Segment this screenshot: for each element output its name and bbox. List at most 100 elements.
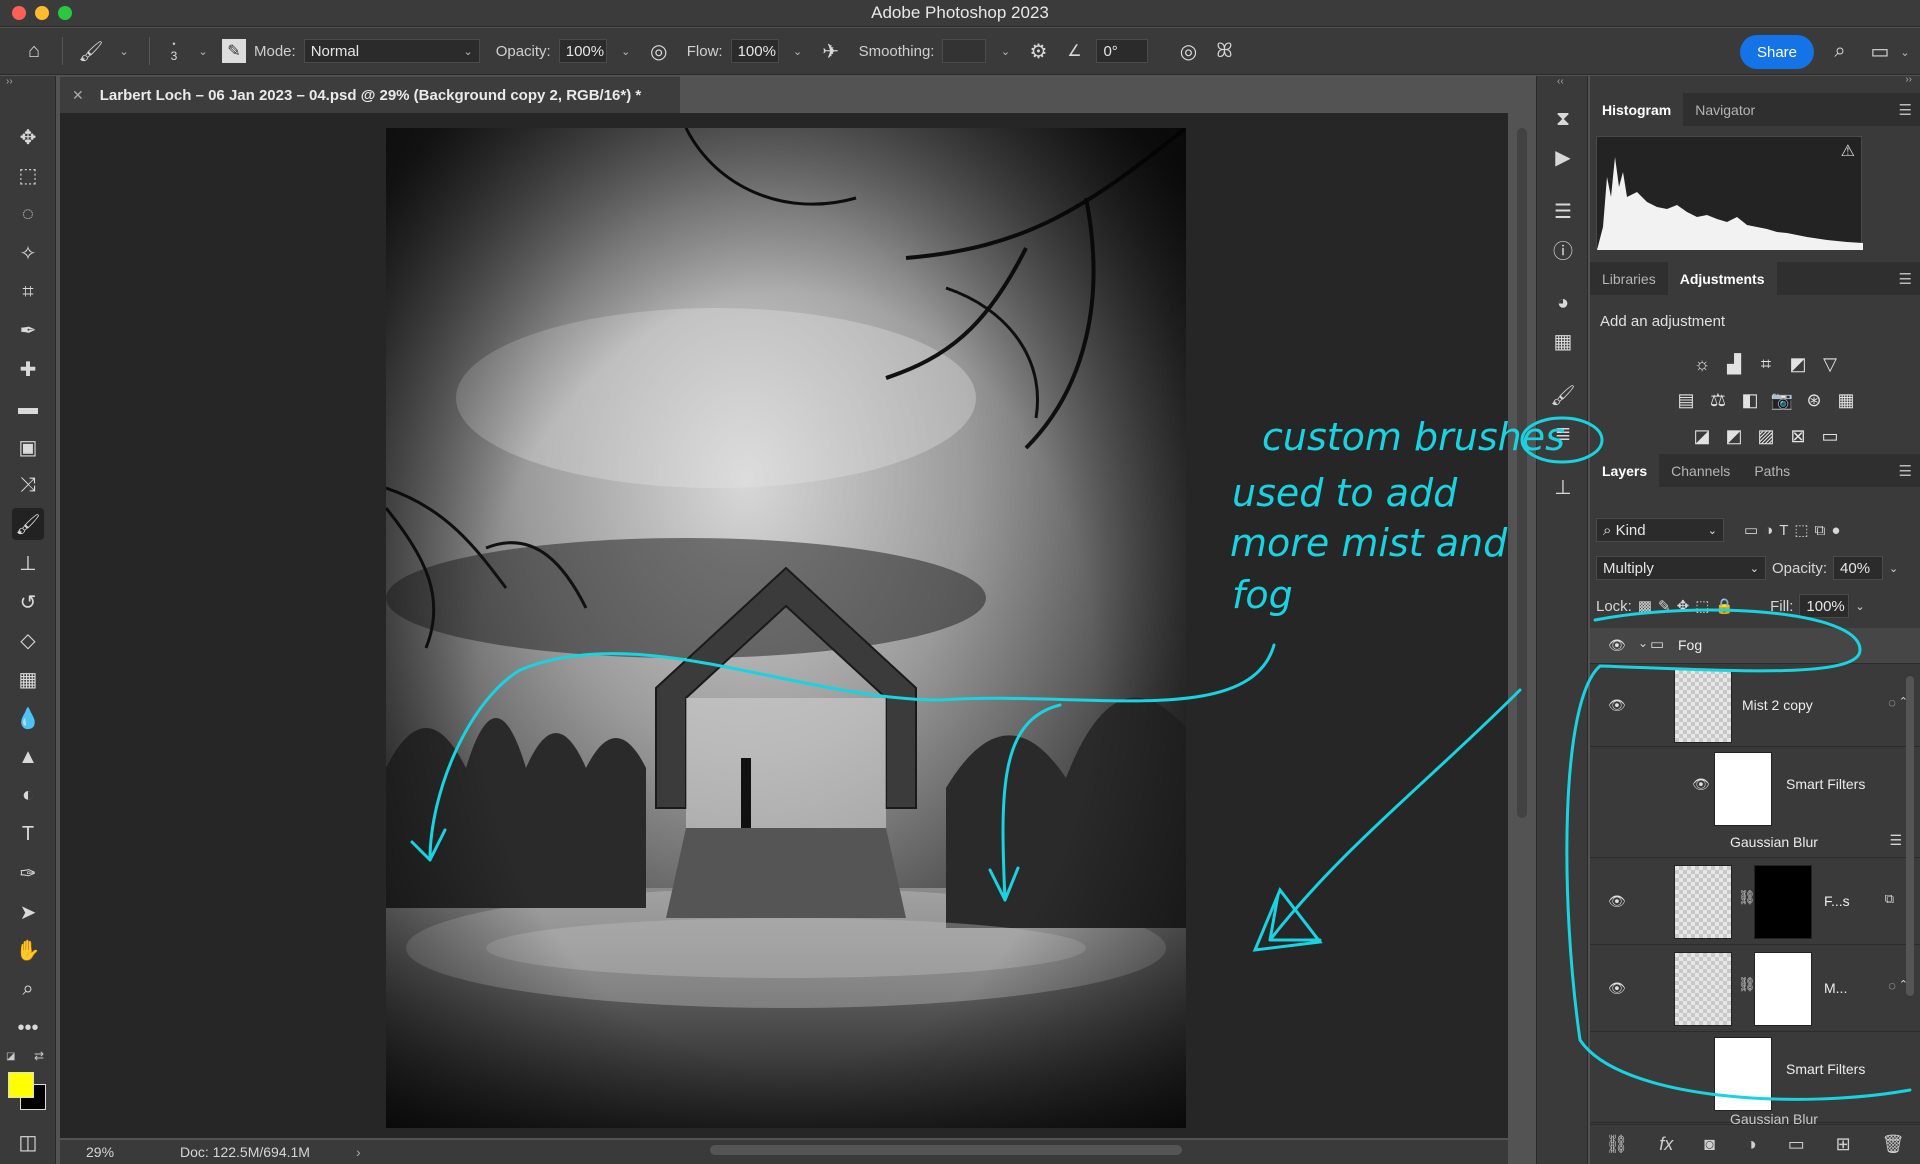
airbrush-icon[interactable]: ✈ bbox=[817, 37, 845, 65]
properties-icon[interactable]: ☰ bbox=[1547, 196, 1579, 226]
document-tab[interactable]: ✕ Larbert Loch – 06 Jan 2023 – 04.psd @ … bbox=[60, 76, 680, 113]
lock-transparent-icon[interactable]: ▩ bbox=[1638, 597, 1652, 615]
content-aware-move-tool-icon[interactable]: ⤨ bbox=[12, 469, 44, 501]
chevron-down-icon[interactable]: ⌄ bbox=[1889, 562, 1898, 575]
chevron-right-icon[interactable]: › bbox=[356, 1144, 361, 1160]
flow-input[interactable]: 100% bbox=[730, 39, 779, 63]
collapse-icon[interactable]: ›› bbox=[6, 76, 13, 87]
healing-brush-tool-icon[interactable]: ✚ bbox=[12, 353, 44, 385]
crop-tool-icon[interactable]: ⌗ bbox=[12, 276, 44, 308]
brush-settings-icon[interactable]: 🖌 bbox=[1547, 380, 1579, 410]
default-colors-icon[interactable]: ◪ bbox=[6, 1051, 15, 1062]
collapse-icon[interactable]: ‹‹ bbox=[1557, 76, 1564, 87]
marquee-tool-icon[interactable]: ⬚ bbox=[12, 159, 44, 191]
new-layer-icon[interactable]: ⊞ bbox=[1836, 1134, 1851, 1155]
channel-mixer-icon[interactable]: ⊛ bbox=[1801, 388, 1827, 412]
chevron-down-icon[interactable]: ⌄ bbox=[1894, 40, 1916, 64]
lasso-tool-icon[interactable]: ◌ bbox=[12, 198, 44, 230]
tab-channels[interactable]: Channels bbox=[1659, 454, 1742, 487]
dodge-tool-icon[interactable]: ◐ bbox=[12, 779, 44, 811]
document-info[interactable]: Doc: 122.5M/694.1M bbox=[180, 1144, 310, 1160]
tab-adjustments[interactable]: Adjustments bbox=[1667, 262, 1777, 295]
search-icon[interactable]: ⌕ bbox=[1826, 37, 1854, 65]
chevron-down-icon[interactable]: ⌄ bbox=[615, 39, 637, 63]
chevron-down-icon[interactable]: ⌄ bbox=[113, 39, 135, 63]
chevron-down-icon[interactable]: ⌄ bbox=[192, 39, 214, 63]
new-adjustment-icon[interactable]: ◑ bbox=[1746, 1134, 1757, 1155]
tab-paths[interactable]: Paths bbox=[1742, 454, 1802, 487]
tab-libraries[interactable]: Libraries bbox=[1590, 262, 1668, 295]
opacity-input[interactable]: 100% bbox=[558, 39, 607, 63]
add-mask-icon[interactable]: ◙ bbox=[1704, 1134, 1715, 1155]
eyedropper-tool-icon[interactable]: ✒ bbox=[12, 314, 44, 346]
history-brush-tool-icon[interactable]: ↺ bbox=[12, 586, 44, 618]
filter-toggle-icon[interactable]: ● bbox=[1831, 522, 1840, 539]
eye-icon[interactable]: 👁 bbox=[1608, 980, 1626, 997]
mode-select[interactable]: Normal ⌄ bbox=[303, 39, 480, 63]
blur-tool-icon[interactable]: 💧 bbox=[12, 702, 44, 734]
filter-adjustment-icon[interactable]: ◑ bbox=[1764, 522, 1773, 539]
swatches-grid-icon[interactable]: ▦ bbox=[1547, 326, 1579, 356]
curves-icon[interactable]: ⌗ bbox=[1753, 352, 1779, 376]
more-tools-icon[interactable]: ••• bbox=[12, 1012, 44, 1044]
quick-selection-tool-icon[interactable]: ✧ bbox=[12, 237, 44, 269]
workspace-icon[interactable]: ▭ bbox=[1866, 37, 1894, 65]
blend-mode-select[interactable]: Multiply ⌄ bbox=[1596, 556, 1766, 580]
symmetry-butterfly-icon[interactable]: ꕤ bbox=[1210, 37, 1238, 65]
swap-colors-icon[interactable]: ⇄ bbox=[34, 1049, 44, 1063]
share-button[interactable]: Share bbox=[1740, 35, 1814, 69]
horizontal-scrollbar[interactable] bbox=[710, 1145, 1182, 1155]
gear-icon[interactable]: ⚙ bbox=[1024, 37, 1052, 65]
chevron-down-icon[interactable]: ⌄ bbox=[1638, 636, 1648, 650]
color-lookup-icon[interactable]: ▦ bbox=[1833, 388, 1859, 412]
warning-icon[interactable]: ⚠ bbox=[1841, 141, 1855, 161]
lock-pixels-icon[interactable]: ✎ bbox=[1658, 597, 1671, 615]
quick-mask-icon[interactable]: ◫ bbox=[12, 1126, 44, 1158]
collapse-icon[interactable]: ›› bbox=[1905, 74, 1912, 85]
layer-row[interactable]: 👁 ⛓ F...s ⧉ bbox=[1590, 859, 1920, 945]
history-icon[interactable]: ⧗ bbox=[1547, 104, 1579, 134]
invert-icon[interactable]: ◪ bbox=[1689, 424, 1715, 448]
lock-artboard-icon[interactable]: ⬚ bbox=[1695, 597, 1709, 615]
panel-menu-icon[interactable]: ☰ bbox=[1899, 270, 1912, 288]
trash-icon[interactable]: 🗑 bbox=[1882, 1134, 1905, 1155]
brushes-icon[interactable]: ≣ bbox=[1547, 418, 1579, 448]
minimize-window-button[interactable] bbox=[35, 6, 49, 20]
lock-all-icon[interactable]: 🔒 bbox=[1715, 597, 1734, 615]
fx-icon[interactable]: fx bbox=[1659, 1134, 1673, 1155]
new-group-icon[interactable]: ▭ bbox=[1788, 1134, 1805, 1155]
type-tool-icon[interactable]: T bbox=[12, 818, 44, 850]
gradient-tool-icon[interactable]: ▦ bbox=[12, 663, 44, 695]
tab-navigator[interactable]: Navigator bbox=[1683, 93, 1767, 126]
brightness-contrast-icon[interactable]: ☼ bbox=[1689, 352, 1715, 376]
brush-settings-icon[interactable]: ✎ bbox=[222, 39, 246, 63]
clone-stamp-tool-icon[interactable]: ⊥ bbox=[12, 547, 44, 579]
filter-kind-select[interactable]: ⌕ Kind ⌄ bbox=[1596, 518, 1724, 542]
filter-pixel-icon[interactable]: ▭ bbox=[1744, 521, 1758, 539]
maximize-window-button[interactable] bbox=[58, 6, 72, 20]
filter-shape-icon[interactable]: ⬚ bbox=[1794, 521, 1808, 539]
color-palette-icon[interactable]: ◕ bbox=[1547, 288, 1579, 318]
info-icon[interactable]: ⓘ bbox=[1547, 234, 1579, 264]
foreground-color-swatch[interactable] bbox=[8, 1072, 34, 1098]
exposure-icon[interactable]: ◩ bbox=[1785, 352, 1811, 376]
layers-scrollbar[interactable] bbox=[1906, 676, 1914, 996]
lock-position-icon[interactable]: ✥ bbox=[1677, 597, 1690, 615]
filter-type-icon[interactable]: T bbox=[1779, 522, 1788, 539]
angle-input[interactable]: 0° bbox=[1096, 39, 1149, 63]
tab-layers[interactable]: Layers bbox=[1590, 454, 1660, 487]
actions-play-icon[interactable]: ▶ bbox=[1547, 142, 1579, 172]
brush-preset-icon[interactable]: 🖌 bbox=[77, 37, 105, 65]
filter-options-icon[interactable]: ☰ bbox=[1889, 832, 1902, 849]
layer-group-row[interactable]: 👁 ⌄ ▭ Fog bbox=[1590, 628, 1920, 664]
eraser-tool-icon[interactable]: ◇ bbox=[12, 624, 44, 656]
panel-menu-icon[interactable]: ☰ bbox=[1899, 101, 1912, 119]
hue-saturation-icon[interactable]: ▤ bbox=[1673, 388, 1699, 412]
chevron-down-icon[interactable]: ⌄ bbox=[787, 39, 809, 63]
clone-source-icon[interactable]: ⊥ bbox=[1547, 472, 1579, 502]
path-selection-tool-icon[interactable]: ➤ bbox=[12, 896, 44, 928]
frame-tool-icon[interactable]: ▣ bbox=[12, 431, 44, 463]
smart-filters-row[interactable]: Smart Filters Gaussian Blur bbox=[1590, 1033, 1920, 1127]
patch-tool-icon[interactable]: ▬ bbox=[12, 392, 44, 424]
gradient-map-icon[interactable]: ▭ bbox=[1817, 424, 1843, 448]
